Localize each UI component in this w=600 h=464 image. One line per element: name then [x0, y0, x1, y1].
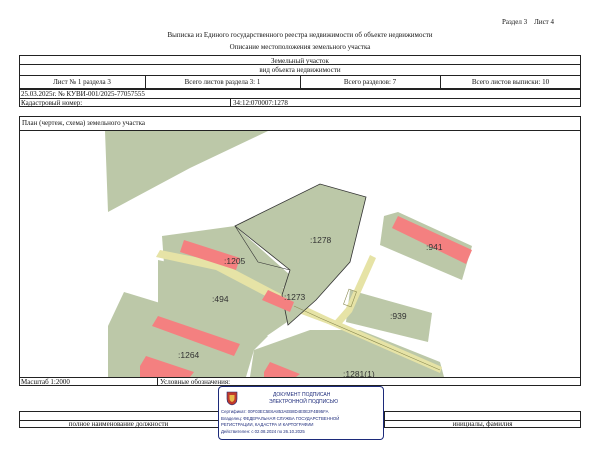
sheet-number: Лист 4	[534, 18, 554, 26]
stamp-line2: ЭЛЕКТРОННОЙ ПОДПИСЬЮ	[269, 399, 339, 405]
parcel-top-left	[105, 131, 268, 212]
stamp-owner-2: РЕГИСТРАЦИИ, КАДАСТРА И КАРТОГРАФИИ	[221, 422, 314, 427]
stamp-cert: Сертификат: 00F03EC5E6A853AEB8D4E0E2F4B9…	[221, 409, 329, 414]
name-caption: инициалы, фамилия	[452, 420, 513, 428]
legend-label: Условные обозначения:	[160, 378, 231, 386]
sheet-of-section: Лист № 1 раздела 3	[53, 78, 111, 86]
section-number: Раздел 3	[502, 18, 528, 26]
doc-ref: 25.03.2025г. № КУВИ-001/2025-77057555	[21, 90, 145, 98]
e-signature-stamp: ДОКУМЕНТ ПОДПИСАН ЭЛЕКТРОННОЙ ПОДПИСЬЮ С…	[218, 386, 384, 440]
label-1281: :1281(1)	[343, 369, 375, 377]
label-1264: :1264	[178, 350, 200, 360]
stamp-owner: Владелец: ФЕДЕРАЛЬНАЯ СЛУЖБА ГОСУДАРСТВЕ…	[221, 416, 340, 421]
label-1205: :1205	[224, 256, 246, 266]
sheets-total: Всего листов выписки: 10	[471, 78, 550, 86]
object-name-caption: вид объекта недвижимости	[259, 66, 341, 74]
label-939: :939	[390, 311, 407, 321]
cadastral-map: :1278 :941 :1205 :1273 :494 :939 :1264 :…	[105, 131, 472, 377]
sheets-in-section: Всего листов раздела 3: 1	[184, 78, 261, 86]
label-941: :941	[426, 242, 443, 252]
position-caption: полное наименование должности	[68, 420, 169, 428]
label-494: :494	[212, 294, 229, 304]
document-title: Выписка из Единого государственного реес…	[167, 31, 433, 39]
stamp-line1: ДОКУМЕНТ ПОДПИСАН	[273, 392, 331, 398]
label-1273: :1273	[284, 292, 306, 302]
label-1278: :1278	[310, 235, 332, 245]
cadastral-number: 34:12:070007:1278	[233, 99, 288, 107]
emblem-icon	[226, 391, 238, 406]
plan-title: План (чертеж, схема) земельного участка	[22, 119, 146, 127]
scale: Масштаб 1:2000	[21, 378, 70, 386]
stamp-valid: Действителен: с 02.08.2024 по 26.10.2025	[221, 429, 305, 434]
document-subtitle: Описание местоположения земельного участ…	[229, 43, 371, 51]
cadastral-label: Кадастровый номер:	[21, 99, 83, 107]
sections-total: Всего разделов: 7	[343, 78, 397, 86]
page-header: Раздел 3 Лист 4	[502, 18, 554, 26]
